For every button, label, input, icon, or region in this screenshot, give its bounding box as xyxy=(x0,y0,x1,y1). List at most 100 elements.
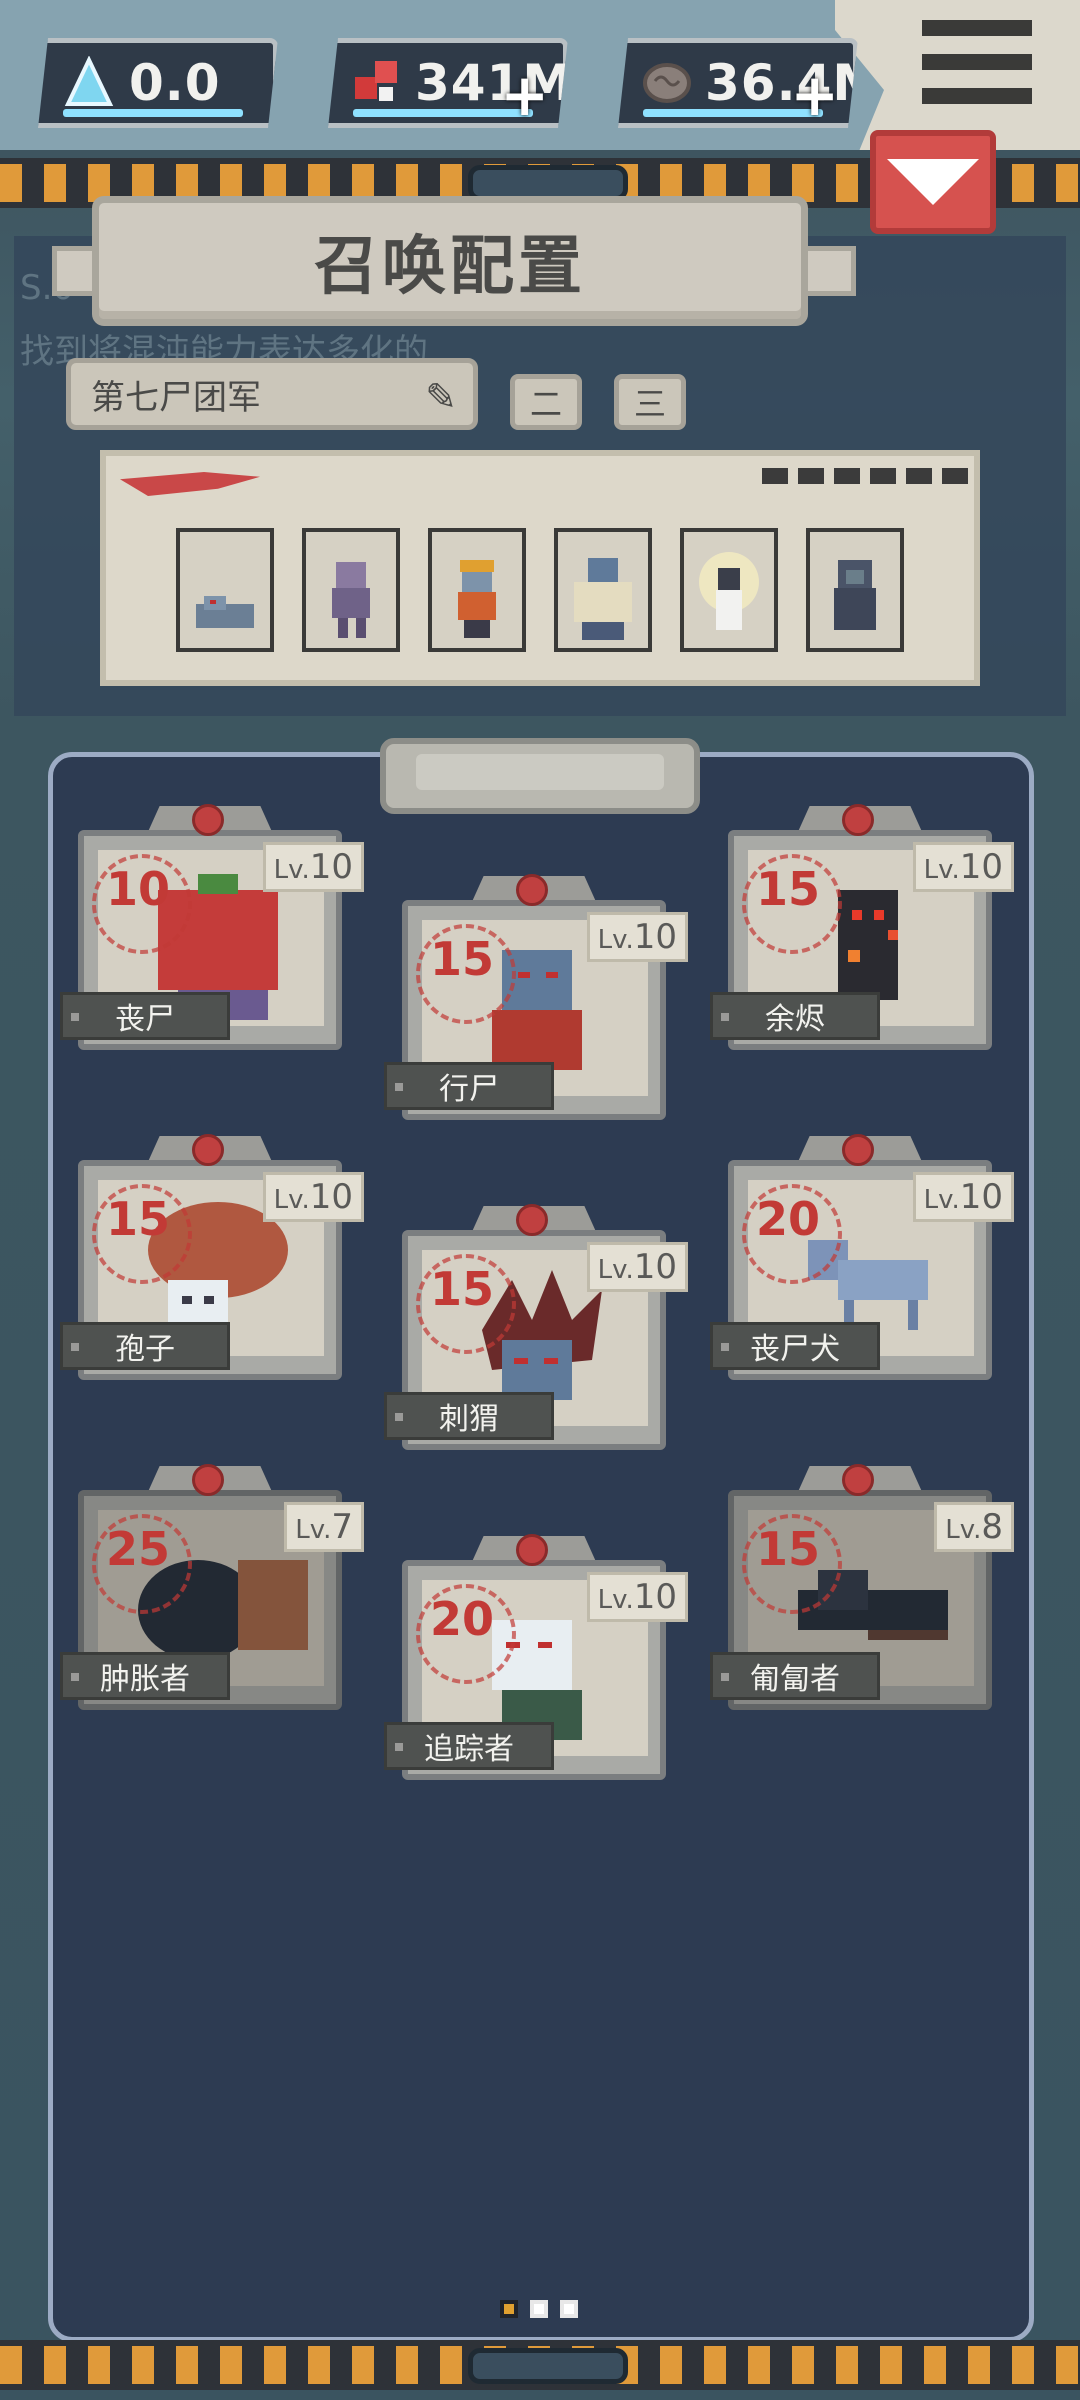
unit-cost: 20 xyxy=(430,1592,495,1646)
roster-slot-fat-brute[interactable] xyxy=(554,528,652,652)
team-name: 第七尸团军 xyxy=(91,377,261,418)
unit-level: 10 xyxy=(633,917,677,957)
unit-card-spore[interactable]: 15 Lv.10 孢子 xyxy=(60,1134,364,1380)
unit-level-badge: Lv.10 xyxy=(262,1172,364,1222)
add-brain-button[interactable]: + xyxy=(790,61,839,128)
unit-level: 8 xyxy=(981,1507,1003,1547)
unit-name: 追踪者 xyxy=(384,1722,554,1770)
unit-card-ember[interactable]: 15 Lv.10 余烬 xyxy=(710,804,1014,1050)
unit-level-badge: Lv.8 xyxy=(934,1502,1014,1552)
unit-card-crawler[interactable]: 15 Lv.8 匍匐者 xyxy=(710,1464,1014,1710)
hooded-zombie-icon xyxy=(834,560,876,630)
roster-slot-rat-zombie[interactable] xyxy=(176,528,274,652)
roster-indicator-dots xyxy=(762,468,968,484)
unit-cost: 15 xyxy=(756,862,821,916)
unit-name: 丧尸犬 xyxy=(710,1322,880,1370)
unit-level-badge: Lv.10 xyxy=(586,912,688,962)
pin-icon xyxy=(842,1134,874,1166)
unit-level: 10 xyxy=(309,847,353,887)
unit-cost: 15 xyxy=(430,1262,495,1316)
pin-icon xyxy=(192,1134,224,1166)
flesh-value: 341M xyxy=(415,54,574,112)
crystal-value: 0.0 xyxy=(129,54,221,112)
level-prefix: Lv. xyxy=(945,1515,982,1545)
unit-level: 10 xyxy=(633,1247,677,1287)
pagination-dots xyxy=(500,2300,578,2318)
blood-splatter-decoration xyxy=(120,472,260,496)
unit-name: 肿胀者 xyxy=(60,1652,230,1700)
unit-cost: 15 xyxy=(430,932,495,986)
unit-cost: 25 xyxy=(106,1522,171,1576)
level-prefix: Lv. xyxy=(273,1185,310,1215)
level-prefix: Lv. xyxy=(923,855,960,885)
pin-icon xyxy=(516,1204,548,1236)
unit-cost: 15 xyxy=(106,1192,171,1246)
unit-level-badge: Lv.10 xyxy=(586,1572,688,1622)
purple-ghoul-icon xyxy=(332,562,370,638)
page-title-plate: 召唤配置 xyxy=(92,196,808,326)
unit-name: 丧尸 xyxy=(60,992,230,1040)
page-dot-2[interactable] xyxy=(530,2300,548,2318)
unit-card-hedgehog[interactable]: 15 Lv.10 刺猬 xyxy=(384,1204,688,1450)
pin-icon xyxy=(842,1464,874,1496)
unit-level: 10 xyxy=(959,847,1003,887)
pin-icon xyxy=(192,804,224,836)
level-prefix: Lv. xyxy=(597,1255,634,1285)
pin-icon xyxy=(192,1464,224,1496)
fat-brute-icon xyxy=(574,558,632,640)
level-prefix: Lv. xyxy=(273,855,310,885)
hamburger-menu-icon[interactable] xyxy=(922,20,1032,105)
unit-card-tracker[interactable]: 20 Lv.10 追踪者 xyxy=(384,1534,688,1780)
page-title: 召唤配置 xyxy=(314,230,586,304)
page-dot-1[interactable] xyxy=(500,2300,518,2318)
roster-slot-hooded-zombie[interactable] xyxy=(806,528,904,652)
brain-icon xyxy=(639,53,695,113)
page-dot-3[interactable] xyxy=(560,2300,578,2318)
level-prefix: Lv. xyxy=(295,1515,332,1545)
unit-level-badge: Lv.10 xyxy=(262,842,364,892)
collapse-panel-button[interactable] xyxy=(870,130,996,234)
crystal-icon xyxy=(59,53,119,113)
roster-slot-glowing-child[interactable] xyxy=(680,528,778,652)
pin-icon xyxy=(516,1534,548,1566)
unit-level: 10 xyxy=(959,1177,1003,1217)
unit-name: 匍匐者 xyxy=(710,1652,880,1700)
team-name-selector[interactable]: 第七尸团军 ✎ xyxy=(66,358,478,430)
unit-card-zombie[interactable]: 10 Lv.10 丧尸 xyxy=(60,804,364,1050)
bottom-drag-handle[interactable] xyxy=(468,2348,628,2384)
unit-name: 余烬 xyxy=(710,992,880,1040)
unit-cost: 20 xyxy=(756,1192,821,1246)
roster-slot-purple-ghoul[interactable] xyxy=(302,528,400,652)
add-flesh-button[interactable]: + xyxy=(500,61,549,128)
level-prefix: Lv. xyxy=(597,925,634,955)
board-clip xyxy=(380,738,700,814)
unit-card-zombie-dog[interactable]: 20 Lv.10 丧尸犬 xyxy=(710,1134,1014,1380)
hardhat-worker-icon xyxy=(458,560,496,638)
pin-icon xyxy=(516,874,548,906)
team-tab-3[interactable]: 三 xyxy=(614,374,686,430)
level-prefix: Lv. xyxy=(923,1185,960,1215)
unit-name: 行尸 xyxy=(384,1062,554,1110)
unit-cost: 10 xyxy=(106,862,171,916)
unit-name: 孢子 xyxy=(60,1322,230,1370)
unit-cost: 15 xyxy=(756,1522,821,1576)
unit-name: 刺猬 xyxy=(384,1392,554,1440)
rat-zombie-icon xyxy=(196,596,254,628)
flesh-resource: 341M + xyxy=(328,38,568,128)
team-tab-2[interactable]: 二 xyxy=(510,374,582,430)
roster-slot-hardhat-worker[interactable] xyxy=(428,528,526,652)
chevron-down-icon xyxy=(887,159,979,205)
edit-icon[interactable]: ✎ xyxy=(425,375,457,419)
unit-level-badge: Lv.10 xyxy=(912,842,1014,892)
unit-card-bloater[interactable]: 25 Lv.7 肿胀者 xyxy=(60,1464,364,1710)
unit-card-walker[interactable]: 15 Lv.10 行尸 xyxy=(384,874,688,1120)
unit-level-badge: Lv.7 xyxy=(284,1502,364,1552)
brain-resource: 36.4M + xyxy=(618,38,858,128)
pin-icon xyxy=(842,804,874,836)
unit-level: 10 xyxy=(633,1577,677,1617)
unit-level-badge: Lv.10 xyxy=(912,1172,1014,1222)
unit-level-badge: Lv.10 xyxy=(586,1242,688,1292)
crystal-resource: 0.0 xyxy=(38,38,278,128)
unit-level: 7 xyxy=(331,1507,353,1547)
active-roster xyxy=(100,450,980,686)
